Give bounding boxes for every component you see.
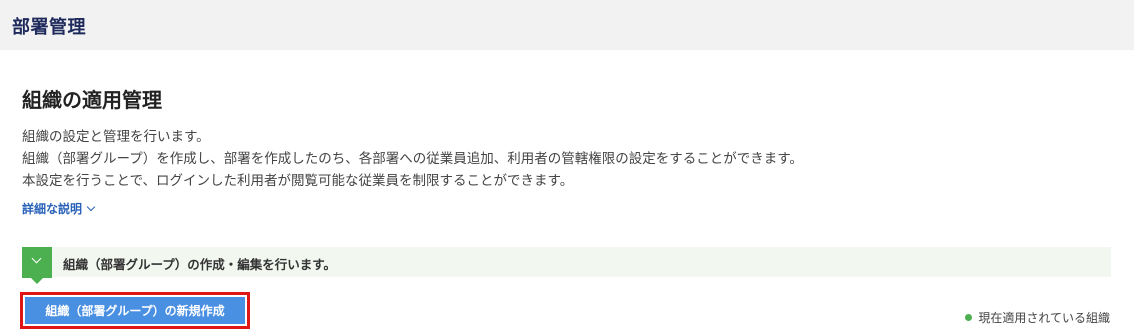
section-title: 組織の適用管理 [22, 88, 162, 112]
create-group-button[interactable]: 組織（部署グループ）の新規作成 [25, 297, 245, 324]
description-line: 本設定を行うことで、ログインした利用者が閲覧可能な従業員を制限することができます… [22, 173, 574, 189]
create-button-highlight: 組織（部署グループ）の新規作成 [20, 292, 250, 329]
description-line: 組織（部署グループ）を作成し、部署を作成したのち、各部署への従業員追加、利用者の… [22, 151, 803, 167]
notice-text: 組織（部署グループ）の作成・編集を行います。 [63, 257, 337, 272]
details-link[interactable]: 詳細な説明 [22, 200, 96, 217]
details-link-label: 詳細な説明 [22, 202, 83, 216]
legend: 現在適用されている組織 [965, 309, 1110, 326]
page-title: 部署管理 [12, 17, 86, 38]
description-line: 組織の設定と管理を行います。 [22, 129, 210, 145]
header-bar: 部署管理 [0, 0, 1134, 50]
legend-label: 現在適用されている組織 [978, 311, 1110, 325]
chevron-down-icon [86, 202, 96, 212]
status-dot-icon [965, 314, 973, 321]
